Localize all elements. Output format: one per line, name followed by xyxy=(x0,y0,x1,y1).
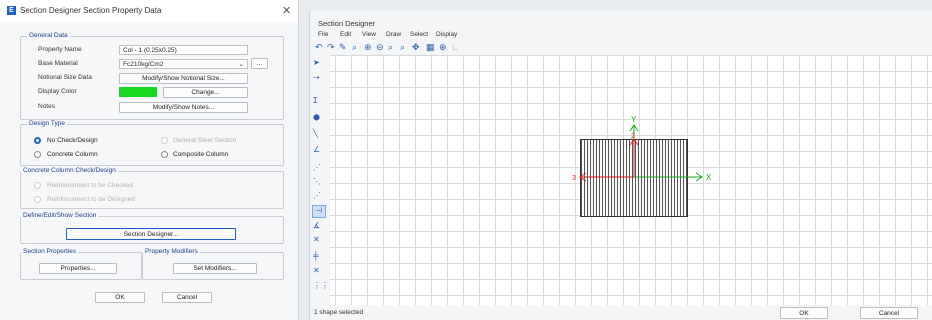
designer-ok-button[interactable]: OK xyxy=(780,307,828,319)
concrete-check-group: Concrete Column Check/Design Reinforceme… xyxy=(20,167,284,209)
property-modifiers-caption: Property Modifiers xyxy=(143,248,200,255)
designer-title: Section Designer xyxy=(318,19,376,28)
change-color-button[interactable]: Change... xyxy=(163,87,248,98)
etabs-app-icon: E xyxy=(7,6,16,15)
general-steel-label: General Steel Section xyxy=(173,137,237,144)
reference-line-icon[interactable]: ╪ xyxy=(313,251,319,260)
notional-size-button[interactable]: Modify/Show Notional Size... xyxy=(119,73,248,84)
redo-icon[interactable]: ↷ xyxy=(327,42,335,53)
reinf-designed-radio[interactable] xyxy=(34,196,41,203)
base-material-select[interactable]: Fc210kg/Cm2 ⌄ xyxy=(119,59,248,69)
dialog-title: Section Designer Section Property Data xyxy=(20,6,162,15)
notional-size-label: Notional Size Data xyxy=(38,74,92,81)
draw-rebar-corner-icon[interactable]: ⋰ xyxy=(313,191,321,200)
draw-rebar-edge-icon[interactable]: ⋱ xyxy=(313,177,321,186)
draw-rebar-line-icon[interactable]: ∠ xyxy=(313,145,320,154)
reinf-checked-label: Reinforcement to be Checked xyxy=(47,182,133,189)
toolbar: ↶ ↷ ✎ ⌕ ⊕ ⊖ ⌕ ⌕ ✥ ▦ ⊕ ∟ xyxy=(310,41,932,55)
menu-select[interactable]: Select xyxy=(410,31,428,38)
undo-icon[interactable]: ↶ xyxy=(315,42,323,53)
notes-button[interactable]: Modify/Show Notes... xyxy=(119,102,248,113)
menu-edit[interactable]: Edit xyxy=(340,31,351,38)
material-more-button[interactable]: ... xyxy=(251,58,268,69)
section-designer-button[interactable]: Section Designer... xyxy=(66,228,236,240)
concrete-column-radio[interactable] xyxy=(34,151,41,158)
menu-draw[interactable]: Draw xyxy=(386,31,401,38)
local-2-label: 2 xyxy=(631,133,635,140)
display-color-label: Display Color xyxy=(38,88,77,95)
draw-tools: ➤ ⇢ Ɪ ⬢ ╲ ∠ ⋰ ⋱ ⋰ ⊣ ∡ ✕ ╪ ✕ ⋮⋮ xyxy=(310,55,329,305)
axes-overlay: X Y 3 2 xyxy=(572,115,712,182)
pencil-icon[interactable]: ✎ xyxy=(339,42,347,53)
grid-points-icon[interactable]: ⋮⋮ xyxy=(313,281,329,290)
general-data-group: General Data Property Name Col - 1 (0.25… xyxy=(20,32,284,120)
base-material-value: Fc210kg/Cm2 xyxy=(123,61,164,68)
concrete-column-label: Concrete Column xyxy=(47,151,98,158)
angle-icon[interactable]: ∟ xyxy=(451,42,460,52)
section-properties-group: Section Properties Properties... xyxy=(20,248,142,280)
zoom-out-icon[interactable]: ⊖ xyxy=(376,42,384,53)
reference-point-icon[interactable]: ✕ xyxy=(313,266,320,275)
menu-view[interactable]: View xyxy=(362,31,376,38)
snap-icon[interactable]: ⊕ xyxy=(439,42,447,53)
zoom-window-icon[interactable]: ⌕ xyxy=(352,42,357,53)
close-icon[interactable]: ✕ xyxy=(282,4,291,17)
designer-cancel-button[interactable]: Cancel xyxy=(860,307,918,319)
define-section-group: Define/Edit/Show Section Section Designe… xyxy=(20,212,284,244)
draw-i-section-icon[interactable]: Ɪ xyxy=(313,95,317,106)
menu-file[interactable]: File xyxy=(318,31,328,38)
property-name-field[interactable]: Col - 1 (0.25x0.25) xyxy=(119,45,248,55)
no-check-radio[interactable] xyxy=(34,137,41,144)
y-axis-label: Y xyxy=(631,115,637,124)
section-properties-caption: Section Properties xyxy=(21,248,79,255)
ok-button[interactable]: OK xyxy=(95,292,145,303)
cross-tool-icon[interactable]: ✕ xyxy=(313,235,320,244)
property-modifiers-group: Property Modifiers Set Modifiers... xyxy=(142,248,284,280)
general-steel-radio[interactable] xyxy=(161,137,168,144)
pan-icon[interactable]: ✥ xyxy=(412,42,420,53)
define-section-caption: Define/Edit/Show Section xyxy=(21,212,99,219)
section-designer-window: Section Designer File Edit View Draw Sel… xyxy=(309,11,932,320)
dialog-titlebar: E Section Designer Section Property Data… xyxy=(0,0,298,22)
composite-column-radio[interactable] xyxy=(161,151,168,158)
menu-bar: File Edit View Draw Select Display xyxy=(310,29,932,41)
design-type-caption: Design Type xyxy=(27,120,68,127)
cancel-button[interactable]: Cancel xyxy=(162,292,212,303)
reinf-designed-label: Reinforcement to be Designed xyxy=(47,196,135,203)
reinf-checked-radio[interactable] xyxy=(34,182,41,189)
menu-display[interactable]: Display xyxy=(436,31,457,38)
dimension-tool-icon[interactable]: ⊣ xyxy=(312,205,326,218)
draw-line-icon[interactable]: ╲ xyxy=(313,129,318,138)
zoom-previous-icon[interactable]: ⌕ xyxy=(388,42,393,53)
pointer-icon[interactable]: ➤ xyxy=(313,58,320,67)
general-data-caption: General Data xyxy=(27,32,70,39)
set-modifiers-button[interactable]: Set Modifiers... xyxy=(173,263,257,274)
base-material-label: Base Material xyxy=(38,60,78,67)
concrete-check-caption: Concrete Column Check/Design xyxy=(21,167,118,174)
display-color-swatch[interactable] xyxy=(119,87,157,97)
draw-polygon-icon[interactable]: ⬢ xyxy=(313,113,320,122)
x-axis-label: X xyxy=(706,173,712,182)
grid-icon[interactable]: ▦ xyxy=(426,42,435,53)
no-check-label: No Check/Design xyxy=(47,137,98,144)
local-3-label: 3 xyxy=(572,175,576,182)
notes-label: Notes xyxy=(38,103,55,110)
design-type-group: Design Type No Check/Design General Stee… xyxy=(20,120,284,166)
drawing-canvas[interactable]: X Y 3 2 xyxy=(330,55,932,305)
zoom-all-icon[interactable]: ⌕ xyxy=(400,42,405,53)
chevron-down-icon: ⌄ xyxy=(238,61,244,68)
properties-button[interactable]: Properties... xyxy=(39,263,117,274)
composite-column-label: Composite Column xyxy=(173,151,229,158)
property-data-dialog: E Section Designer Section Property Data… xyxy=(0,0,299,320)
property-name-label: Property Name xyxy=(38,46,82,53)
zoom-in-icon[interactable]: ⊕ xyxy=(364,42,372,53)
status-text: 1 shape selected xyxy=(314,309,364,316)
draw-rebar-icon[interactable]: ⋰ xyxy=(313,163,321,172)
draw-caliper-icon[interactable]: ∡ xyxy=(313,221,320,230)
reshape-icon[interactable]: ⇢ xyxy=(313,73,320,82)
